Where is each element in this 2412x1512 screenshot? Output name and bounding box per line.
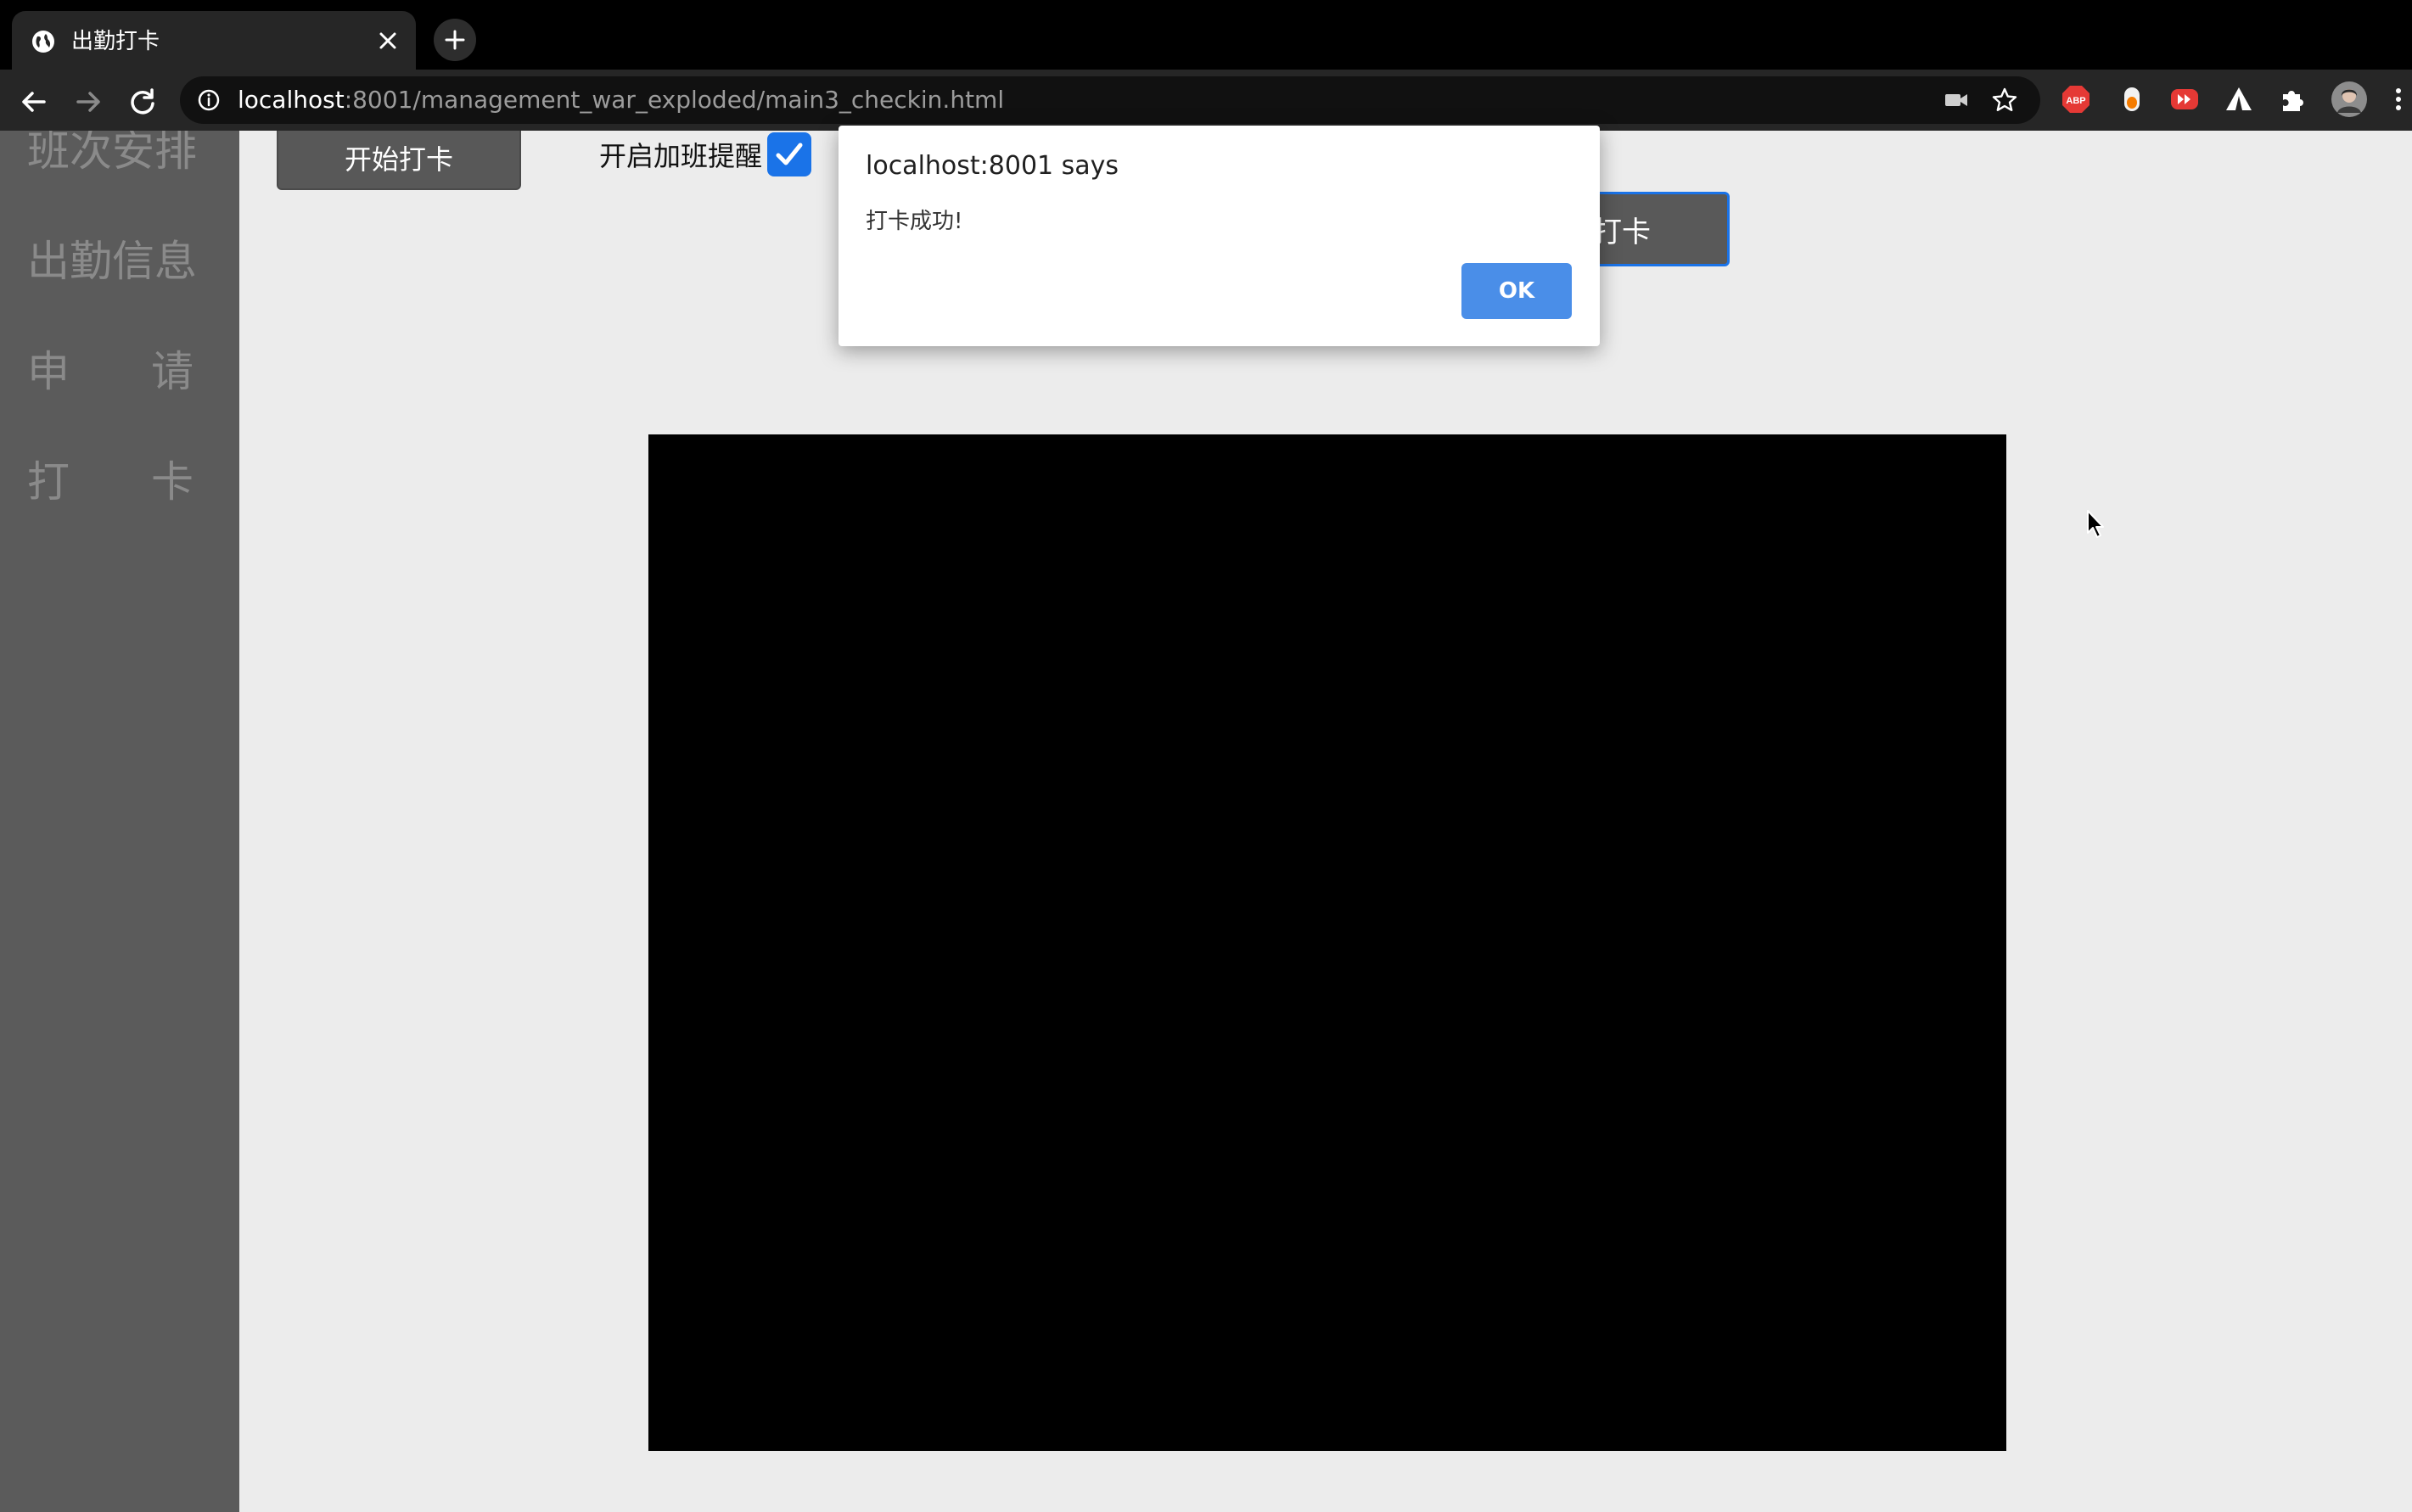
start-checkin-button[interactable]: 开始打卡 [277,131,521,190]
camera-video-preview [648,434,2006,1451]
overtime-reminder-toggle[interactable]: 开启加班提醒 [599,131,812,178]
sidebar-item-checkin[interactable]: 打 卡 [27,456,194,507]
more-menu-icon[interactable] [2390,84,2407,115]
mouse-cursor-icon [2087,510,2104,538]
back-arrow-icon[interactable] [17,85,51,119]
bookmark-star-icon[interactable] [1991,87,2018,114]
dialog-message: 打卡成功! [866,209,963,234]
info-icon[interactable] [197,88,221,112]
browser-tab[interactable]: 出勤打卡 [12,11,416,70]
sidebar: 班次安排 出勤信息 申 请 打 卡 [0,131,239,1512]
abp-text: ABP [2066,96,2085,106]
sidebar-item-attendance-info[interactable]: 出勤信息 [27,236,197,287]
adblock-extension-icon[interactable]: ABP [2061,84,2091,115]
camera-icon[interactable] [1944,90,1969,110]
alert-dialog: localhost:8001 says 打卡成功! OK [839,126,1600,346]
close-icon[interactable] [377,30,399,52]
sidebar-item-checkin-label-left: 打 [27,457,70,507]
overtime-reminder-checkbox[interactable] [767,132,812,176]
address-bar[interactable]: localhost:8001/management_war_exploded/m… [180,76,2040,124]
new-tab-button[interactable] [434,19,476,61]
url-text[interactable]: localhost:8001/management_war_exploded/m… [238,85,1004,115]
globe-icon [32,31,54,53]
url-host: localhost [238,86,345,114]
browser-toolbar: localhost:8001/management_war_exploded/m… [0,70,2412,131]
dialog-title: localhost:8001 says [866,151,1119,181]
extension-red-play-icon[interactable] [2169,84,2200,115]
url-path: :8001/management_war_exploded/main3_chec… [344,86,1005,114]
extension-triangle-icon[interactable] [2224,84,2254,115]
overtime-reminder-label: 开启加班提醒 [599,140,763,172]
sidebar-item-checkin-label-right: 卡 [151,457,194,507]
tab-strip: 出勤打卡 [0,0,2412,70]
ok-button[interactable]: OK [1461,263,1572,319]
checkmark-icon [776,143,803,165]
reload-icon[interactable] [126,85,160,119]
tab-title: 出勤打卡 [71,29,160,54]
plus-icon [445,30,465,50]
puzzle-icon[interactable] [2278,84,2308,115]
forward-arrow-icon[interactable] [71,85,105,119]
sidebar-item-apply[interactable]: 申 请 [27,346,194,397]
extension-orange-icon[interactable] [2117,84,2147,115]
profile-avatar-icon[interactable] [2331,81,2368,118]
sidebar-item-apply-label-left: 申 [27,347,70,396]
sidebar-item-schedule[interactable]: 班次安排 [27,131,197,176]
sidebar-item-apply-label-right: 请 [151,347,194,396]
